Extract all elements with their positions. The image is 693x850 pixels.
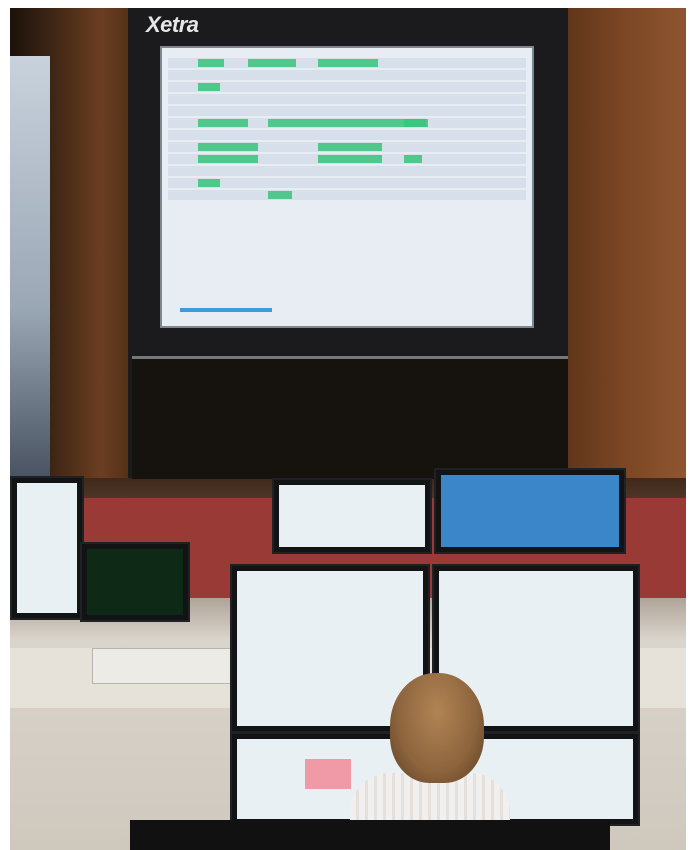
wood-panel-right [556,8,686,478]
table-row [168,94,526,104]
monitor-left [10,476,84,620]
foreground-monitor-edge [130,820,610,850]
table-row [168,142,526,152]
xetra-logo: Xetra [146,12,199,37]
table-row [168,82,526,92]
window-left [10,56,50,476]
wall-display-screen [160,46,534,328]
chart-thumbnail [305,759,351,789]
table-row [168,166,526,176]
keyboard [92,648,232,684]
table-row [168,118,526,128]
trader-head [390,673,484,783]
table-row [168,58,526,68]
table-row [168,190,526,200]
lower-glass-panel [132,356,568,479]
trading-floor-photo: Xetra [10,8,686,850]
table-row [168,106,526,116]
quote-table [168,58,526,208]
progress-bar [180,308,272,312]
table-row [168,178,526,188]
table-row [168,154,526,164]
table-row [168,130,526,140]
monitor-green [80,542,190,622]
monitor-center-back [272,478,432,554]
table-row [168,70,526,80]
monitor-blue [434,468,626,554]
